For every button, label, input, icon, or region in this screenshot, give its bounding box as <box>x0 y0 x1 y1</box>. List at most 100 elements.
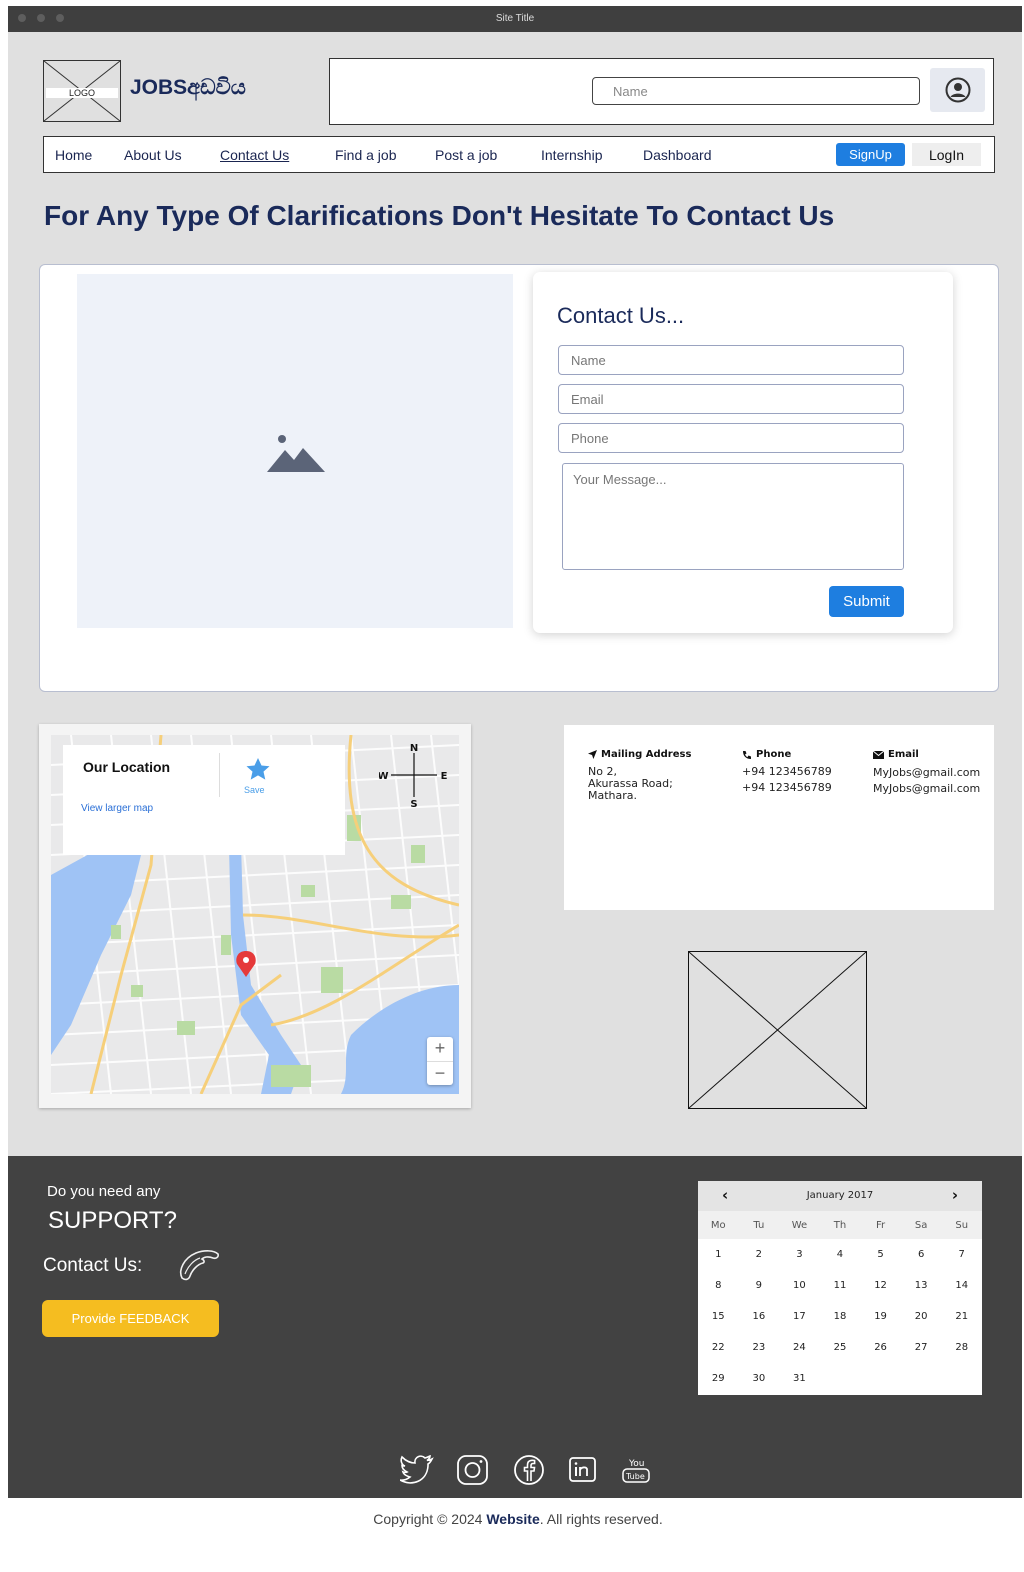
svg-text:Tube: Tube <box>625 1472 645 1481</box>
youtube-icon[interactable]: You Tube <box>620 1455 652 1485</box>
nav-contact-us[interactable]: Contact Us <box>220 147 289 163</box>
phone-numbers: +94 123456789 +94 123456789 <box>742 764 832 796</box>
zoom-in-button[interactable]: + <box>427 1037 453 1061</box>
save-label[interactable]: Save <box>244 785 265 795</box>
view-larger-map-link[interactable]: View larger map <box>81 803 153 814</box>
phone-number[interactable]: +94 123456789 <box>742 780 832 796</box>
compass-icon: N S W E <box>379 743 448 807</box>
calendar-day[interactable]: 8 <box>698 1280 739 1291</box>
navigation-arrow-icon <box>588 750 597 759</box>
calendar-day[interactable]: 12 <box>860 1280 901 1291</box>
copyright-text: Copyright © 2024 Website. All rights res… <box>368 1512 668 1526</box>
calendar-day[interactable]: 18 <box>820 1311 861 1322</box>
telephone-icon[interactable] <box>176 1248 220 1284</box>
email-field[interactable] <box>558 384 904 414</box>
nav-dashboard[interactable]: Dashboard <box>643 147 712 163</box>
calendar-day[interactable]: 5 <box>860 1249 901 1260</box>
nav-home[interactable]: Home <box>55 147 92 163</box>
main-navigation: Home About Us Contact Us Find a job Post… <box>43 136 995 173</box>
nav-post-a-job[interactable]: Post a job <box>435 147 497 163</box>
contact-info-card: Mailing Address No 2, Akurassa Road; Mat… <box>564 725 994 910</box>
calendar-day[interactable]: 1 <box>698 1249 739 1260</box>
phone-heading: Phone <box>742 749 832 760</box>
calendar-day[interactable]: 23 <box>739 1342 780 1353</box>
calendar-day[interactable]: 17 <box>779 1311 820 1322</box>
star-icon[interactable] <box>245 757 271 781</box>
compass-w: W <box>379 771 389 782</box>
location-info-card: Our Location View larger map Save <box>63 745 345 855</box>
image-icon <box>267 435 325 472</box>
brand-name[interactable]: JOBSඅඩවිය <box>130 76 246 100</box>
signup-button[interactable]: SignUp <box>836 143 905 166</box>
copyright-site-link[interactable]: Website <box>486 1511 539 1527</box>
calendar-day[interactable]: 16 <box>739 1311 780 1322</box>
message-field[interactable] <box>562 463 904 570</box>
compass-s: S <box>410 799 417 807</box>
phone-icon <box>743 750 751 759</box>
phone-number[interactable]: +94 123456789 <box>742 764 832 780</box>
linkedin-icon[interactable] <box>568 1455 598 1485</box>
email-addresses: MyJobs@gmail.com MyJobs@gmail.com <box>873 765 980 797</box>
login-button[interactable]: LogIn <box>912 143 981 166</box>
map-view[interactable]: Our Location View larger map Save N S W … <box>51 735 459 1094</box>
calendar-next-button[interactable]: › <box>952 1186 958 1204</box>
instagram-icon[interactable] <box>456 1454 490 1486</box>
search-input[interactable] <box>592 77 920 105</box>
calendar-day[interactable]: 9 <box>739 1280 780 1291</box>
compass-n: N <box>410 743 418 754</box>
calendar-day[interactable]: 15 <box>698 1311 739 1322</box>
calendar-day[interactable]: 22 <box>698 1342 739 1353</box>
calendar-days-grid: 1 2 3 4 5 6 7 8 9 10 11 12 13 14 15 16 17 18 19 20 21 22 23 24 2… <box>698 1239 982 1394</box>
window-title: Site Title <box>495 13 535 24</box>
submit-button[interactable]: Submit <box>829 586 904 617</box>
phone-field[interactable] <box>558 423 904 453</box>
logo-placeholder[interactable]: LOGO <box>43 60 121 122</box>
nav-about-us[interactable]: About Us <box>124 147 182 163</box>
calendar-day[interactable]: 20 <box>901 1311 942 1322</box>
copyright-prefix: Copyright © 2024 <box>373 1511 487 1527</box>
weekday: Fr <box>875 1219 886 1231</box>
name-field[interactable] <box>558 345 904 375</box>
calendar-day[interactable]: 28 <box>941 1342 982 1353</box>
support-heading: SUPPORT? <box>48 1207 177 1234</box>
provide-feedback-button[interactable]: Provide FEEDBACK <box>42 1300 219 1337</box>
logo-label: LOGO <box>46 88 118 98</box>
social-links: You Tube <box>400 1454 652 1486</box>
nav-find-a-job[interactable]: Find a job <box>335 147 396 163</box>
user-account-button[interactable] <box>930 68 985 112</box>
calendar-day[interactable]: 29 <box>698 1373 739 1384</box>
nav-internship[interactable]: Internship <box>541 147 602 163</box>
calendar-day[interactable]: 4 <box>820 1249 861 1260</box>
weekday: Mo <box>710 1219 726 1231</box>
map-zoom-controls: + − <box>427 1037 453 1085</box>
calendar-day[interactable]: 21 <box>941 1311 982 1322</box>
calendar-day[interactable]: 26 <box>860 1342 901 1353</box>
envelope-icon <box>873 750 884 759</box>
calendar-day[interactable]: 25 <box>820 1342 861 1353</box>
calendar-day[interactable]: 19 <box>860 1311 901 1322</box>
calendar-day[interactable]: 3 <box>779 1249 820 1260</box>
calendar-day[interactable]: 31 <box>779 1373 820 1384</box>
calendar-day[interactable]: 14 <box>941 1280 982 1291</box>
facebook-icon[interactable] <box>512 1454 546 1486</box>
location-title: Our Location <box>83 759 171 775</box>
email-address[interactable]: MyJobs@gmail.com <box>873 781 980 797</box>
calendar-day[interactable]: 13 <box>901 1280 942 1291</box>
twitter-icon[interactable] <box>400 1455 434 1485</box>
mailing-address-heading: Mailing Address <box>588 749 691 760</box>
calendar-day[interactable]: 2 <box>739 1249 780 1260</box>
calendar-day[interactable]: 30 <box>739 1373 780 1384</box>
svg-text:You: You <box>628 1459 645 1469</box>
calendar-widget: ‹ January 2017 › Mo Tu We Th Fr Sa Su 12… <box>698 1181 982 1395</box>
page-headline: For Any Type Of Clarifications Don't Hes… <box>44 200 835 231</box>
calendar-day[interactable]: 10 <box>779 1280 820 1291</box>
calendar-day[interactable]: 27 <box>901 1342 942 1353</box>
calendar-day[interactable]: 24 <box>779 1342 820 1353</box>
calendar-day[interactable]: 7 <box>941 1249 982 1260</box>
weekday: We <box>791 1219 808 1231</box>
zoom-out-button[interactable]: − <box>427 1062 453 1086</box>
email-address[interactable]: MyJobs@gmail.com <box>873 765 980 781</box>
calendar-day[interactable]: 6 <box>901 1249 942 1260</box>
address-line: Mathara. <box>588 789 638 802</box>
calendar-day[interactable]: 11 <box>820 1280 861 1291</box>
